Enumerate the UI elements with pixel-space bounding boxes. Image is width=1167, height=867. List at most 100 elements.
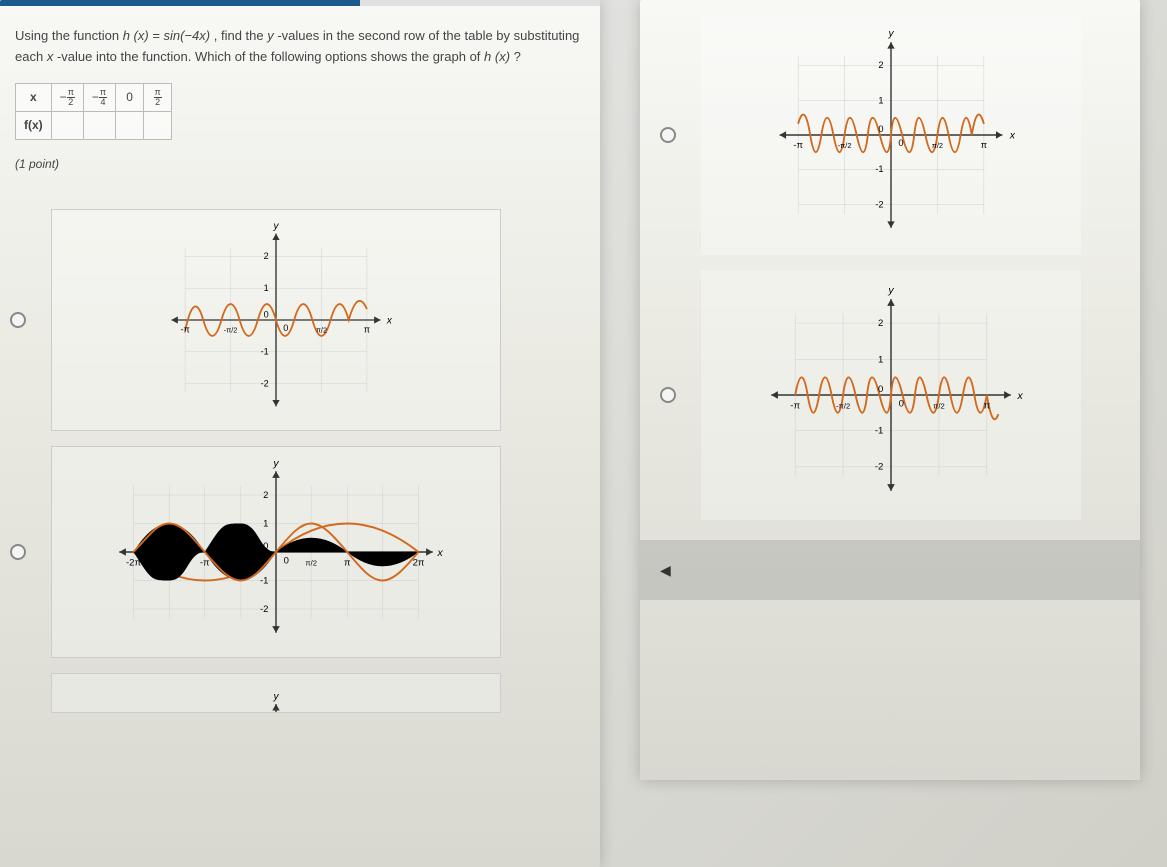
svg-text:2: 2 bbox=[264, 251, 269, 261]
sign: − bbox=[60, 90, 67, 104]
svg-text:π/2: π/2 bbox=[316, 326, 327, 335]
svg-text:y: y bbox=[887, 29, 894, 40]
option-c[interactable]: y x 2 1 0 -1 -2 0 -π π -π/2 π/2 bbox=[660, 15, 1120, 255]
svg-text:-2: -2 bbox=[875, 199, 883, 209]
graph-a: y x 2 1 0 -1 -2 0 -π π -π/2 π/2 bbox=[51, 209, 501, 431]
svg-text:π/2: π/2 bbox=[933, 401, 945, 410]
table-cell-empty bbox=[144, 111, 172, 139]
svg-text:-1: -1 bbox=[260, 576, 268, 587]
svg-text:-1: -1 bbox=[261, 347, 269, 357]
svg-text:1: 1 bbox=[878, 354, 883, 365]
svg-text:0: 0 bbox=[898, 138, 903, 148]
svg-text:-π/2: -π/2 bbox=[836, 401, 850, 410]
graph-cut: y bbox=[51, 673, 501, 713]
left-page: Using the function h (x) = sin(−4x) , fi… bbox=[0, 0, 600, 867]
graph-d: y x 2 1 0 -1 -2 0 -π π -π/2 π/2 bbox=[701, 270, 1081, 520]
svg-text:0: 0 bbox=[263, 541, 268, 552]
q-vary: y bbox=[267, 28, 274, 43]
question-text: Using the function h (x) = sin(−4x) , fi… bbox=[15, 26, 585, 68]
radio-button[interactable] bbox=[660, 127, 676, 143]
q-func: h (x) = sin(−4x) bbox=[123, 28, 210, 43]
svg-text:x: x bbox=[386, 316, 393, 327]
table-row: x −π2 −π4 0 π2 bbox=[16, 83, 172, 111]
graph-c: y x 2 1 0 -1 -2 0 -π π -π/2 π/2 bbox=[701, 15, 1081, 255]
chart-d-svg: y x 2 1 0 -1 -2 0 -π π -π/2 π/2 bbox=[751, 280, 1031, 510]
q-varx: x bbox=[47, 49, 54, 64]
question-block: Using the function h (x) = sin(−4x) , fi… bbox=[0, 6, 600, 194]
sign: − bbox=[92, 90, 99, 104]
table-cell-empty bbox=[116, 111, 144, 139]
option-b[interactable]: y x 2 1 0 -1 -2 0 -2π -3π/2 -π -π/2 π/2 … bbox=[10, 446, 590, 658]
svg-text:π: π bbox=[981, 140, 987, 150]
svg-text:y: y bbox=[887, 284, 894, 296]
svg-text:x: x bbox=[437, 548, 444, 559]
svg-text:0: 0 bbox=[899, 399, 904, 410]
svg-text:3π/2: 3π/2 bbox=[375, 559, 391, 568]
chart-b-svg: y x 2 1 0 -1 -2 0 -2π -3π/2 -π -π/2 π/2 … bbox=[106, 457, 446, 647]
svg-text:0: 0 bbox=[878, 384, 883, 395]
svg-text:-2: -2 bbox=[261, 379, 269, 389]
svg-text:π/2: π/2 bbox=[932, 141, 943, 150]
den: 4 bbox=[99, 98, 107, 107]
table-cell: −π4 bbox=[83, 83, 115, 111]
svg-text:π: π bbox=[984, 400, 991, 411]
svg-text:0: 0 bbox=[284, 556, 289, 567]
svg-text:-2: -2 bbox=[875, 462, 884, 473]
q-func2: h (x) bbox=[484, 49, 510, 64]
svg-text:y: y bbox=[273, 221, 280, 232]
svg-text:y: y bbox=[272, 692, 279, 703]
q-part2: , find the bbox=[214, 28, 267, 43]
table-x-header: x bbox=[16, 83, 52, 111]
option-a[interactable]: y x 2 1 0 -1 -2 0 -π π -π/2 π/2 bbox=[10, 209, 590, 431]
svg-text:-3π/2: -3π/2 bbox=[160, 559, 178, 568]
svg-text:-2π: -2π bbox=[126, 558, 141, 569]
svg-text:-π/2: -π/2 bbox=[234, 559, 248, 568]
prev-button[interactable]: ◀ bbox=[660, 555, 690, 585]
svg-text:-1: -1 bbox=[875, 425, 884, 436]
table-fx-header: f(x) bbox=[16, 111, 52, 139]
svg-text:0: 0 bbox=[283, 323, 288, 333]
den: 2 bbox=[154, 98, 162, 107]
option-d[interactable]: y x 2 1 0 -1 -2 0 -π π -π/2 π/2 bbox=[660, 270, 1120, 520]
svg-text:x: x bbox=[1017, 390, 1024, 402]
svg-text:π/2: π/2 bbox=[305, 559, 317, 568]
svg-text:-π: -π bbox=[200, 558, 210, 569]
den: 2 bbox=[67, 98, 75, 107]
svg-text:x: x bbox=[1009, 131, 1016, 142]
svg-text:0: 0 bbox=[264, 310, 269, 320]
chart-cut-svg: y bbox=[156, 684, 396, 713]
graph-b: y x 2 1 0 -1 -2 0 -2π -3π/2 -π -π/2 π/2 … bbox=[51, 446, 501, 658]
svg-text:π: π bbox=[344, 558, 351, 569]
svg-text:π: π bbox=[364, 325, 370, 335]
table-cell: 0 bbox=[116, 83, 144, 111]
svg-text:-π/2: -π/2 bbox=[838, 141, 852, 150]
radio-button[interactable] bbox=[10, 544, 26, 560]
svg-text:2: 2 bbox=[878, 318, 883, 329]
points-label: (1 point) bbox=[15, 155, 585, 174]
svg-text:2: 2 bbox=[263, 490, 268, 501]
svg-text:-1: -1 bbox=[875, 164, 883, 174]
nav-area: ◀ bbox=[640, 540, 1140, 600]
option-cut[interactable]: y bbox=[10, 673, 590, 713]
q-part4: -value into the function. Which of the f… bbox=[57, 49, 484, 64]
table-cell: π2 bbox=[144, 83, 172, 111]
svg-text:-2: -2 bbox=[260, 604, 268, 615]
svg-text:-π: -π bbox=[793, 140, 802, 150]
svg-text:1: 1 bbox=[264, 283, 269, 293]
right-page: y x 2 1 0 -1 -2 0 -π π -π/2 π/2 bbox=[640, 0, 1140, 780]
svg-text:-π/2: -π/2 bbox=[224, 326, 238, 335]
svg-text:1: 1 bbox=[878, 95, 883, 105]
svg-text:2: 2 bbox=[878, 60, 883, 70]
radio-button[interactable] bbox=[660, 387, 676, 403]
svg-text:1: 1 bbox=[263, 519, 268, 530]
svg-text:-π: -π bbox=[790, 400, 800, 411]
table-cell-empty bbox=[83, 111, 115, 139]
svg-text:y: y bbox=[272, 459, 279, 470]
svg-text:-π: -π bbox=[180, 325, 189, 335]
table-row: f(x) bbox=[16, 111, 172, 139]
radio-button[interactable] bbox=[10, 312, 26, 328]
table-cell: −π2 bbox=[51, 83, 83, 111]
svg-text:2π: 2π bbox=[413, 558, 425, 569]
q-part1: Using the function bbox=[15, 28, 123, 43]
chart-a-svg: y x 2 1 0 -1 -2 0 -π π -π/2 π/2 bbox=[156, 220, 396, 420]
